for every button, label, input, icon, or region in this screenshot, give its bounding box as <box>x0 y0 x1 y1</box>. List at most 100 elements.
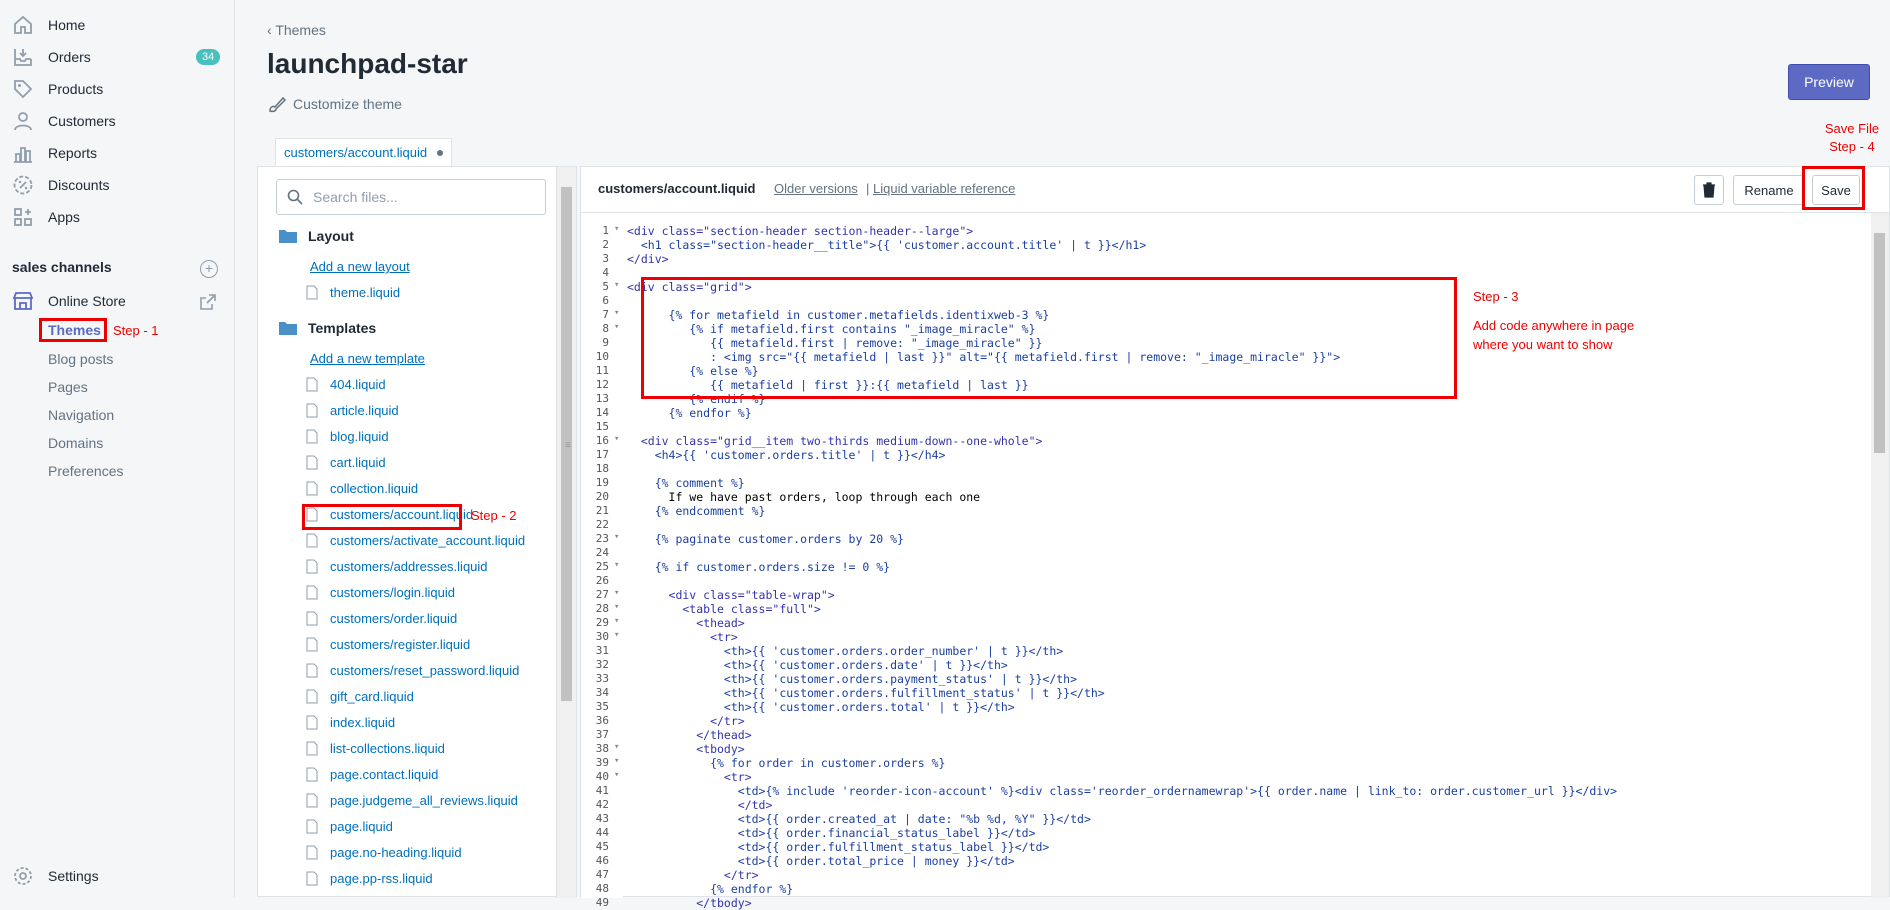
code-line: </tr> <box>627 868 759 882</box>
file-item[interactable]: gift_card.liquid <box>306 689 414 704</box>
sidebar-item-domains[interactable]: Domains <box>48 435 103 451</box>
fold-toggle-icon[interactable]: ▾ <box>614 742 619 752</box>
fold-toggle-icon[interactable]: ▾ <box>614 602 619 612</box>
file-label: article.liquid <box>330 403 399 418</box>
file-item[interactable]: page.pp-rss.liquid <box>306 871 433 886</box>
file-icon <box>306 403 318 418</box>
sidebar-item-navigation[interactable]: Navigation <box>48 407 114 423</box>
file-item[interactable]: customers/login.liquid <box>306 585 455 600</box>
file-icon <box>306 871 318 886</box>
file-item[interactable]: customers/activate_account.liquid <box>306 533 525 548</box>
external-link-icon[interactable] <box>198 292 218 312</box>
fold-toggle-icon[interactable]: ▾ <box>614 322 619 332</box>
fold-toggle-icon[interactable]: ▾ <box>614 224 619 234</box>
add-channel-icon[interactable]: + <box>200 260 218 278</box>
file-item[interactable]: collection.liquid <box>306 481 418 496</box>
delete-button[interactable] <box>1694 175 1724 205</box>
file-item[interactable]: page.no-heading.liquid <box>306 845 462 860</box>
file-search-input[interactable]: Search files... <box>276 179 546 215</box>
file-scrollbar[interactable] <box>556 167 576 898</box>
file-item[interactable]: page.contact.liquid <box>306 767 438 782</box>
code-line: {% endfor %} <box>627 882 794 896</box>
breadcrumb[interactable]: ‹ Themes <box>267 22 326 38</box>
fold-toggle-icon[interactable]: ▾ <box>614 630 619 640</box>
file-label: customers/addresses.liquid <box>330 559 488 574</box>
file-label: page.judgeme_all_reviews.liquid <box>330 793 518 808</box>
fold-toggle-icon[interactable]: ▾ <box>614 616 619 626</box>
nav-home[interactable]: Home <box>12 11 85 39</box>
older-versions-link[interactable]: Older versions <box>774 181 858 196</box>
code-line: <h1 class="section-header__title">{{ 'cu… <box>627 238 1147 252</box>
file-item[interactable]: blog.liquid <box>306 429 389 444</box>
preview-button[interactable]: Preview <box>1788 64 1870 100</box>
nav-online-store[interactable]: Online Store <box>12 287 126 315</box>
file-item[interactable]: theme.liquid <box>306 285 400 300</box>
file-label: cart.liquid <box>330 455 386 470</box>
nav-orders[interactable]: Orders <box>12 43 91 71</box>
fold-toggle-icon[interactable]: ▾ <box>614 434 619 444</box>
scrollbar-thumb[interactable] <box>1874 233 1885 453</box>
code-editor: customers/account.liquid Older versions … <box>580 166 1890 910</box>
tab-label: customers/account.liquid <box>284 145 428 160</box>
step3-note-line2: where you want to show <box>1473 337 1613 352</box>
panel-splitter-handle[interactable]: ≡ <box>565 440 571 451</box>
line-number: 8 <box>602 322 609 335</box>
layout-folder[interactable]: Layout <box>278 228 354 244</box>
line-number: 4 <box>602 266 609 279</box>
tag-icon <box>14 80 33 99</box>
nav-customers[interactable]: Customers <box>12 107 116 135</box>
add-template-link[interactable]: Add a new template <box>310 351 425 366</box>
nav-discounts[interactable]: Discounts <box>12 171 109 199</box>
fold-toggle-icon[interactable]: ▾ <box>614 770 619 780</box>
code-line: <tr> <box>627 770 752 784</box>
code-area[interactable]: 1 ▾ 2 3 4 5 ▾ 6 7 ▾ 8 ▾ 9 10 11 12 13 14 15 16 ▾ 17 18 19 20 21 22… <box>581 213 1871 910</box>
line-number: 24 <box>595 546 609 559</box>
fold-toggle-icon[interactable]: ▾ <box>614 588 619 598</box>
sidebar-item-blog-posts[interactable]: Blog posts <box>48 351 113 367</box>
step2-highlight <box>302 504 462 530</box>
rename-button[interactable]: Rename <box>1733 175 1805 205</box>
file-item[interactable]: customers/addresses.liquid <box>306 559 488 574</box>
code-line: {% endcomment %} <box>627 504 766 518</box>
nav-reports[interactable]: Reports <box>12 139 97 167</box>
sidebar-item-preferences[interactable]: Preferences <box>48 463 123 479</box>
file-item[interactable]: customers/register.liquid <box>306 637 470 652</box>
code-line: <td>{% include 'reorder-icon-account' %}… <box>627 784 1618 798</box>
file-item[interactable]: page.liquid <box>306 819 393 834</box>
line-number: 3 <box>602 252 609 265</box>
nav-products[interactable]: Products <box>12 75 103 103</box>
fold-toggle-icon[interactable]: ▾ <box>614 308 619 318</box>
file-item[interactable]: article.liquid <box>306 403 399 418</box>
nav-label: Home <box>48 17 86 33</box>
line-number: 14 <box>595 406 609 419</box>
editor-scrollbar[interactable] <box>1871 213 1889 898</box>
templates-folder[interactable]: Templates <box>278 320 376 336</box>
sidebar-item-pages[interactable]: Pages <box>48 379 88 395</box>
fold-toggle-icon[interactable]: ▾ <box>614 756 619 766</box>
nav-settings[interactable]: Settings <box>12 862 99 890</box>
line-number: 32 <box>595 658 609 671</box>
file-icon <box>306 793 318 808</box>
fold-toggle-icon[interactable]: ▾ <box>614 532 619 542</box>
file-item[interactable]: customers/order.liquid <box>306 611 457 626</box>
step2-label: Step - 2 <box>471 508 517 523</box>
nav-apps[interactable]: Apps <box>12 203 80 231</box>
line-number: 2 <box>602 238 609 251</box>
file-label: customers/reset_password.liquid <box>330 663 520 678</box>
code-line: <h4>{{ 'customer.orders.title' | t }}</h… <box>627 448 946 462</box>
file-item[interactable]: list-collections.liquid <box>306 741 445 756</box>
open-file-tab[interactable]: customers/account.liquid <box>275 138 453 166</box>
liquid-reference-link[interactable]: Liquid variable reference <box>873 181 1015 196</box>
line-number: 12 <box>595 378 609 391</box>
fold-toggle-icon[interactable]: ▾ <box>614 560 619 570</box>
line-number: 21 <box>595 504 609 517</box>
customize-theme-link[interactable]: Customize theme <box>267 94 402 114</box>
file-item[interactable]: page.judgeme_all_reviews.liquid <box>306 793 518 808</box>
file-item[interactable]: cart.liquid <box>306 455 386 470</box>
add-layout-link[interactable]: Add a new layout <box>310 259 410 274</box>
file-item[interactable]: customers/reset_password.liquid <box>306 663 519 678</box>
fold-toggle-icon[interactable]: ▾ <box>614 280 619 290</box>
file-item[interactable]: index.liquid <box>306 715 395 730</box>
file-item[interactable]: 404.liquid <box>306 377 386 392</box>
apps-icon <box>14 208 32 226</box>
